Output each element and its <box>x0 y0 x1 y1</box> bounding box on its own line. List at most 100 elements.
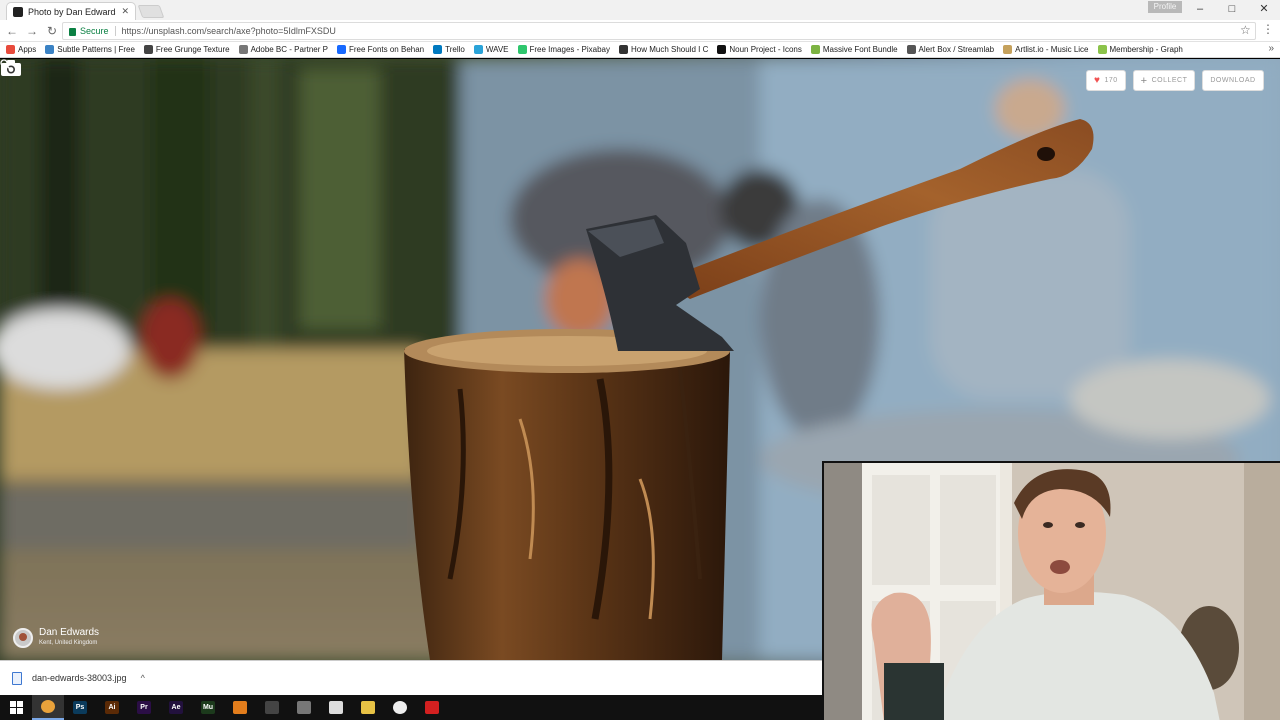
bookmark-favicon-icon <box>45 45 55 54</box>
bookmark-favicon-icon <box>810 45 820 54</box>
bookmark-label: WAVE <box>485 45 509 54</box>
taskbar-settings[interactable] <box>256 695 288 720</box>
taskbar-photoshop[interactable]: Ps <box>64 695 96 720</box>
download-label: DOWNLOAD <box>1210 77 1256 84</box>
browser-toolbar: ← → ↻ Secure https://unsplash.com/search… <box>0 20 1280 42</box>
taskbar-screen-recorder[interactable] <box>416 695 448 720</box>
address-separator <box>114 26 116 36</box>
taskbar-photos[interactable] <box>288 695 320 720</box>
chrome-icon <box>41 700 55 713</box>
lock-icon <box>69 28 76 36</box>
bookmark-item[interactable]: Artlist.io - Music Lice <box>1003 45 1089 54</box>
taskbar-premiere[interactable]: Pr <box>128 695 160 720</box>
bookmark-favicon-icon <box>143 45 153 54</box>
maximize-button[interactable]: □ <box>1216 0 1248 18</box>
bookmark-favicon-icon <box>433 45 443 54</box>
reload-button[interactable]: ↻ <box>44 24 60 38</box>
tab-title: Photo by Dan Edwards ( <box>28 6 117 17</box>
window-controls: – □ ✕ <box>1184 0 1280 18</box>
bookmark-label: Apps <box>18 45 37 54</box>
bookmark-star-icon[interactable]: ☆ <box>1240 23 1251 37</box>
bookmark-favicon-icon <box>238 45 248 54</box>
bookmark-item[interactable]: Trello <box>433 45 465 54</box>
bookmark-item[interactable]: Free Images - Pixabay <box>517 45 610 54</box>
tab-close-icon[interactable]: ✕ <box>121 6 129 17</box>
bookmark-item[interactable]: Noun Project - Icons <box>717 45 802 54</box>
bookmark-favicon-icon <box>336 45 346 54</box>
bookmark-favicon-icon <box>517 45 527 54</box>
taskbar-obs[interactable] <box>384 695 416 720</box>
bookmark-item[interactable]: Apps <box>6 45 36 54</box>
like-button[interactable]: ♥ 170 <box>1086 70 1126 91</box>
collect-label: COLLECT <box>1151 77 1188 84</box>
mail-icon <box>329 701 343 714</box>
bookmarks-overflow-icon[interactable]: » <box>1268 43 1274 54</box>
bookmark-favicon-icon <box>717 45 727 54</box>
bookmark-item[interactable]: Alert Box / Streamlab <box>906 45 995 54</box>
bookmark-favicon-icon <box>1003 45 1013 54</box>
bookmark-favicon-icon <box>1097 45 1107 54</box>
webcam-overlay <box>822 461 1280 720</box>
photos-icon <box>297 701 311 714</box>
bookmark-item[interactable]: WAVE <box>473 45 509 54</box>
browser-tab[interactable]: Photo by Dan Edwards ( ✕ <box>6 2 136 20</box>
bookmark-label: Noun Project - Icons <box>729 45 802 54</box>
unsplash-favicon-icon <box>13 6 23 17</box>
windows-logo-icon <box>9 701 23 714</box>
new-tab-button[interactable] <box>137 5 165 18</box>
bookmark-item[interactable]: How Much Should I C <box>618 45 708 54</box>
bookmark-label: Artlist.io - Music Lice <box>1015 45 1089 54</box>
collect-button[interactable]: + COLLECT <box>1132 70 1196 91</box>
forward-button[interactable]: → <box>24 24 40 38</box>
bookmark-favicon-icon <box>6 45 15 54</box>
bookmark-label: Alert Box / Streamlab <box>918 45 995 54</box>
photoshop-icon: Ps <box>73 701 87 714</box>
taskbar-chrome[interactable] <box>32 695 64 720</box>
bookmarks-bar: Apps Subtle Patterns | Free Free Grunge Te… <box>0 42 1280 58</box>
photographer-credit[interactable]: Dan Edwards Kent, United Kingdom <box>13 627 99 648</box>
plus-icon: + <box>1140 74 1148 87</box>
bookmark-item[interactable]: Free Grunge Texture <box>143 45 230 54</box>
bookmark-item[interactable]: Adobe BC - Partner P <box>238 45 328 54</box>
photographer-location: Kent, United Kingdom <box>39 640 98 646</box>
photo-actions: ♥ 170 + COLLECT DOWNLOAD <box>1086 70 1264 91</box>
back-button[interactable]: ← <box>4 24 20 38</box>
address-bar[interactable]: Secure https://unsplash.com/search/axe?p… <box>62 22 1256 40</box>
taskbar-file-explorer[interactable] <box>352 695 384 720</box>
like-count: 170 <box>1104 77 1118 84</box>
bookmark-item[interactable]: Free Fonts on Behan <box>336 45 424 54</box>
taskbar-mail[interactable] <box>320 695 352 720</box>
download-button[interactable]: DOWNLOAD <box>1202 70 1264 91</box>
downloads-shelf: dan-edwards-38003.jpg ^ <box>0 660 822 695</box>
taskbar-after-effects[interactable]: Ae <box>160 695 192 720</box>
photographer-name[interactable]: Dan Edwards <box>39 627 99 639</box>
profile-button[interactable]: Profile <box>1148 1 1182 13</box>
bookmark-item[interactable]: Massive Font Bundle <box>810 45 898 54</box>
bookmark-label: Free Grunge Texture <box>155 45 230 54</box>
bookmark-favicon-icon <box>473 45 483 54</box>
start-button[interactable] <box>0 695 32 720</box>
screen-recorder-icon <box>425 701 439 714</box>
bookmark-favicon-icon <box>906 45 916 54</box>
download-file-name[interactable]: dan-edwards-38003.jpg <box>32 673 127 683</box>
taskbar-muse[interactable]: Mu <box>192 695 224 720</box>
taskbar-vlc[interactable] <box>224 695 256 720</box>
browser-menu-icon[interactable]: ⋮ <box>1262 22 1274 36</box>
taskbar-illustrator[interactable]: Ai <box>96 695 128 720</box>
close-window-button[interactable]: ✕ <box>1248 0 1280 18</box>
avatar[interactable] <box>13 627 33 648</box>
webcam-scene <box>824 463 1280 720</box>
bookmark-item[interactable]: Subtle Patterns | Free <box>45 45 135 54</box>
obs-icon <box>393 701 407 714</box>
chevron-up-icon[interactable]: ^ <box>141 673 145 683</box>
minimize-button[interactable]: – <box>1184 0 1216 18</box>
bookmark-item[interactable]: Membership - Graph <box>1097 45 1183 54</box>
bookmark-label: Free Images - Pixabay <box>529 45 610 54</box>
tab-strip: Photo by Dan Edwards ( ✕ Profile – □ ✕ <box>0 0 1280 20</box>
bookmark-label: Subtle Patterns | Free <box>57 45 135 54</box>
url-text[interactable]: https://unsplash.com/search/axe?photo=5I… <box>122 26 336 36</box>
premiere-icon: Pr <box>137 701 151 714</box>
illustrator-icon: Ai <box>105 701 119 714</box>
windows-taskbar: Ps Ai Pr Ae Mu <box>0 695 822 720</box>
bookmark-label: Trello <box>445 45 465 54</box>
